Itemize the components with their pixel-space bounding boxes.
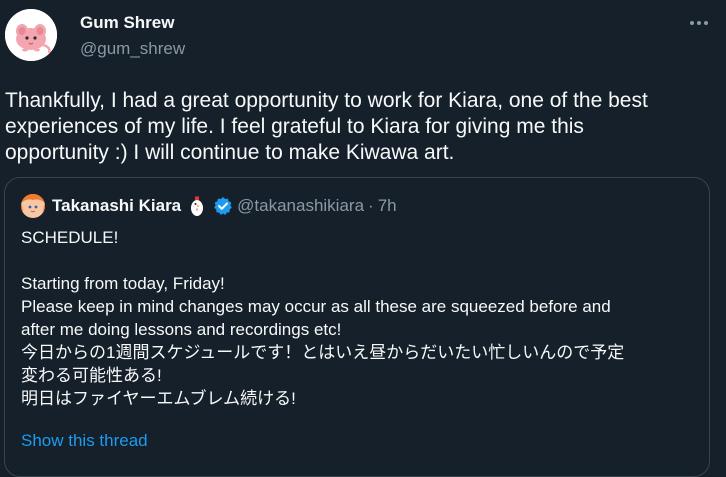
more-horizontal-icon [690,21,708,25]
pink-shrew-avatar-icon [5,9,57,61]
show-thread-link[interactable]: Show this thread [21,430,148,452]
tweet: Gum Shrew @gum_shrew Thankfully, I had a… [0,0,726,477]
author-name[interactable]: Gum Shrew [80,12,174,34]
tweet-text: Thankfully, I had a great opportunity to… [5,89,648,164]
quoted-author-name[interactable]: Takanashi Kiara [52,196,181,216]
quoted-tweet-header: Takanashi Kiara @takanashikiara · 7h [21,194,397,218]
author-avatar[interactable] [5,9,57,61]
separator-dot: · [368,196,374,215]
quoted-tweet-text: SCHEDULE! Starting from today, Friday! P… [21,228,625,408]
verified-badge-icon [213,196,233,216]
quoted-tweet[interactable]: Takanashi Kiara @takanashikiara · 7h SCH… [4,177,710,477]
quoted-author-avatar[interactable] [21,194,45,218]
kiara-avatar-icon [21,194,45,218]
chicken-emoji-icon [187,195,207,217]
author-handle[interactable]: @gum_shrew [80,38,185,60]
more-options-button[interactable] [683,12,715,34]
quoted-author-handle[interactable]: @takanashikiara [237,196,364,216]
quoted-tweet-timestamp[interactable]: 7h [378,196,397,216]
